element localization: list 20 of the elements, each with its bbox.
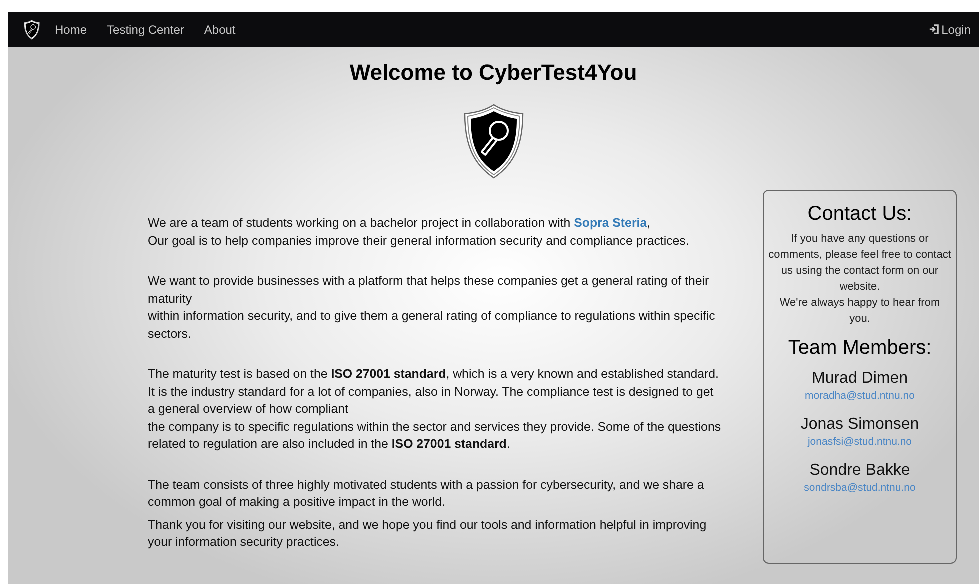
member-name: Murad Dimen [812,370,908,388]
paragraph: We want to provide businesses with a platform that helps these companies get a general rating of their maturity within information security, and to give them a general rating of compliance to regulations within specific sectors. [148,273,716,342]
shield-logo-icon [462,104,524,179]
member-name: Jonas Simonsen [800,416,920,434]
paragraph: The maturity test is based on the ISO 27001 standard, which is a very known and established standard. It is the industry standard for a lot of companies, also in Norway. The compliance test is designed to get a general overview of how compliant the company is to specific regulations within the sector and services they provide. Some of the questions related to regulation are also included in the ISO 27001 standard. [148,366,722,453]
page-title: Welcome to CyberTest4You [348,59,638,86]
nav-link[interactable]: Home [55,22,88,36]
contact-heading: Contact Us: [808,203,912,226]
contact-text: If you have any questions or comments, please feel free to contact us using the contact form on our website. We're always happy to hear from you. [768,232,952,327]
nav-link[interactable]: Testing Center [107,22,184,36]
member-name: Sondre Bakke [810,462,910,480]
login-link[interactable]: Login [928,22,971,36]
paragraph: Thank you for visiting our website, and we hope you find our tools and information helpful in improving your information security practices. [148,516,708,551]
logo-icon [23,20,41,40]
team-heading: Team Members: [788,337,932,360]
paragraph: We are a team of students working on a bachelor project in collaboration with Sopra Steria, Our goal is to help companies improve their general information security and compliance practices. [148,215,690,250]
sopra-steria-link[interactable]: Sopra Steria [574,216,648,230]
paragraph: The team consists of three highly motivated students with a passion for cybersecurity, and we share a common goal of making a positive impact in the world. [148,476,706,511]
login-icon [928,24,940,35]
nav-link[interactable]: About [204,22,236,36]
